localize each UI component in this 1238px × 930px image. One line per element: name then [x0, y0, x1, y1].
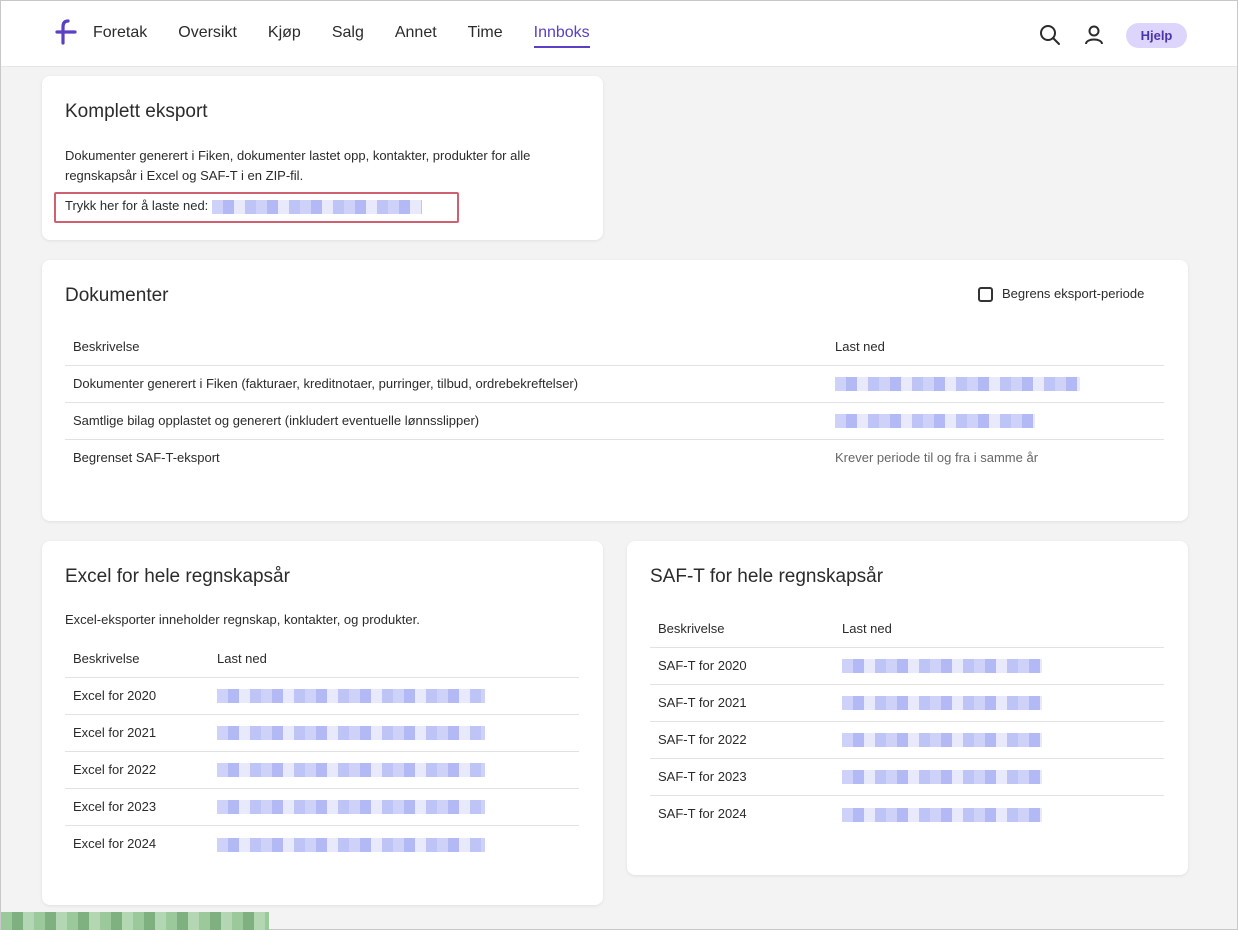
search-icon[interactable]	[1038, 23, 1062, 47]
redacted-download-link[interactable]	[842, 659, 1042, 674]
nav-innboks[interactable]: Innboks	[533, 23, 590, 48]
row-download[interactable]	[834, 757, 1164, 795]
row-description: SAF-T for 2022	[650, 720, 834, 758]
redacted-download-link[interactable]	[842, 807, 1042, 822]
col-header-description: Beskrivelse	[658, 620, 725, 636]
row-download[interactable]	[209, 750, 579, 788]
excel-table: Beskrivelse Last ned Excel for 2020 Exce…	[65, 640, 579, 862]
col-header-description: Beskrivelse	[73, 338, 140, 354]
nav-foretak[interactable]: Foretak	[93, 23, 147, 48]
redacted-download-link[interactable]	[835, 377, 1080, 392]
row-download[interactable]	[209, 713, 579, 751]
excel-title: Excel for hele regnskapsår	[65, 566, 290, 587]
row-description: Begrenset SAF-T-eksport	[65, 438, 827, 476]
row-download[interactable]	[827, 364, 1164, 402]
complete-export-description: Dokumenter generert i Fiken, dokumenter …	[65, 148, 531, 183]
nav-time[interactable]: Time	[468, 23, 503, 48]
nav-salg[interactable]: Salg	[332, 23, 364, 48]
row-description: Excel for 2023	[65, 787, 209, 825]
limit-period-checkbox[interactable]	[978, 287, 993, 303]
table-row: Excel for 2021	[65, 713, 579, 751]
col-header-download: Last ned	[835, 338, 885, 354]
limit-period-label: Begrens eksport-periode	[1002, 286, 1145, 301]
redacted-download-link[interactable]	[842, 770, 1042, 785]
row-download[interactable]	[834, 683, 1164, 721]
documents-table: Beskrivelse Last ned Dokumenter generert…	[65, 328, 1164, 476]
row-download[interactable]	[209, 787, 579, 825]
row-description: Excel for 2024	[65, 824, 209, 862]
documents-card: Dokumenter Begrens eksport-periode Beskr…	[42, 260, 1188, 521]
row-description: SAF-T for 2023	[650, 757, 834, 795]
limit-period-control[interactable]: Begrens eksport-periode	[978, 286, 1145, 303]
user-icon[interactable]	[1082, 23, 1106, 47]
top-navigation-bar: Foretak Oversikt Kjøp Salg Annet Time In…	[1, 1, 1237, 67]
table-row: Dokumenter generert i Fiken (fakturaer, …	[65, 364, 1164, 402]
excel-card: Excel for hele regnskapsår Excel-eksport…	[42, 541, 603, 905]
documents-title: Dokumenter	[65, 285, 169, 306]
table-row: Excel for 2020	[65, 676, 579, 714]
redacted-download-link[interactable]	[217, 763, 485, 778]
excel-description: Excel-eksporter inneholder regnskap, kon…	[65, 612, 420, 627]
table-row: Samtlige bilag opplastet og generert (in…	[65, 401, 1164, 439]
table-row: SAF-T for 2021	[650, 683, 1164, 721]
table-row: Excel for 2022	[65, 750, 579, 788]
table-row: SAF-T for 2024	[650, 794, 1164, 832]
redacted-download-link[interactable]	[217, 837, 485, 852]
table-row: Excel for 2024	[65, 824, 579, 862]
table-row: SAF-T for 2020	[650, 646, 1164, 684]
row-description: SAF-T for 2024	[650, 794, 834, 832]
row-description: SAF-T for 2020	[650, 646, 834, 684]
redacted-download-link[interactable]	[217, 726, 485, 741]
complete-export-title: Komplett eksport	[65, 101, 208, 122]
row-download[interactable]	[209, 676, 579, 714]
row-description: SAF-T for 2021	[650, 683, 834, 721]
table-row: SAF-T for 2022	[650, 720, 1164, 758]
saft-title: SAF-T for hele regnskapsår	[650, 566, 884, 587]
redacted-download-link[interactable]	[842, 733, 1042, 748]
saft-card: SAF-T for hele regnskapsår Beskrivelse L…	[627, 541, 1188, 875]
nav-oversikt[interactable]: Oversikt	[178, 23, 237, 48]
table-row: SAF-T for 2023	[650, 757, 1164, 795]
redacted-download-link[interactable]	[835, 414, 1035, 429]
redacted-status-strip	[1, 912, 269, 930]
help-button[interactable]: Hjelp	[1126, 23, 1187, 48]
row-description: Excel for 2021	[65, 713, 209, 751]
row-description: Excel for 2020	[65, 676, 209, 714]
fiken-logo[interactable]	[55, 19, 77, 45]
highlight-box	[54, 192, 459, 223]
row-download[interactable]	[834, 720, 1164, 758]
col-header-download: Last ned	[842, 620, 892, 636]
row-description: Excel for 2022	[65, 750, 209, 788]
row-description: Dokumenter generert i Fiken (fakturaer, …	[65, 364, 827, 402]
redacted-download-link[interactable]	[217, 689, 485, 704]
col-header-download: Last ned	[217, 650, 267, 666]
main-nav: Foretak Oversikt Kjøp Salg Annet Time In…	[93, 23, 621, 48]
row-download[interactable]	[834, 646, 1164, 684]
redacted-download-link[interactable]	[217, 800, 485, 815]
table-row: Begrenset SAF-T-eksport Krever periode t…	[65, 438, 1164, 476]
row-description: Samtlige bilag opplastet og generert (in…	[65, 401, 827, 439]
nav-kjop[interactable]: Kjøp	[268, 23, 301, 48]
complete-export-card: Komplett eksport Dokumenter generert i F…	[42, 76, 603, 240]
saft-table: Beskrivelse Last ned SAF-T for 2020 SAF-…	[650, 610, 1164, 832]
row-download-note: Krever periode til og fra i samme år	[827, 438, 1164, 476]
nav-annet[interactable]: Annet	[395, 23, 437, 48]
row-download[interactable]	[209, 824, 579, 862]
row-download[interactable]	[834, 794, 1164, 832]
col-header-description: Beskrivelse	[73, 650, 140, 666]
redacted-download-link[interactable]	[842, 696, 1042, 711]
row-download[interactable]	[827, 401, 1164, 439]
table-row: Excel for 2023	[65, 787, 579, 825]
